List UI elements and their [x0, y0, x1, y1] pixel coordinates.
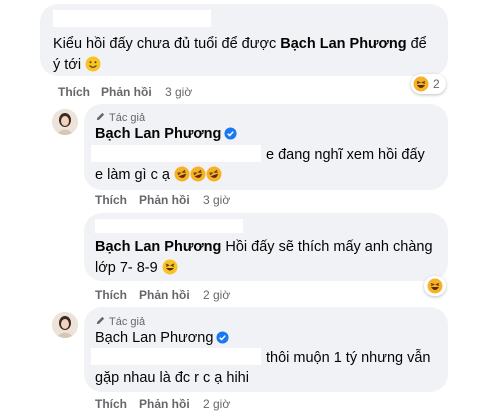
- like-button[interactable]: Thích: [95, 288, 127, 302]
- timestamp[interactable]: 3 giờ: [165, 85, 192, 99]
- author-tag-label: Tác giả: [109, 316, 146, 328]
- redacted-name: [91, 145, 261, 162]
- comment-text-line2: ý tới: [53, 55, 101, 75]
- comment-text: Kiểu hồi đấy chưa đủ tuổi để được Bạch L…: [53, 34, 427, 54]
- timestamp[interactable]: 2 giờ: [203, 397, 230, 411]
- comment-text-part: e làm gì c ạ: [95, 167, 170, 183]
- redacted-name: [53, 10, 211, 27]
- rolling-laughing-icon: [174, 166, 190, 182]
- avatar[interactable]: [52, 312, 78, 338]
- author-tag: Tác giả: [95, 111, 145, 124]
- like-button[interactable]: Thích: [95, 397, 127, 411]
- author-name-text[interactable]: Bạch Lan Phương: [95, 330, 213, 346]
- slightly-smiling-face-icon: [85, 56, 101, 72]
- comment-text-part: ý tới: [53, 57, 82, 73]
- mention-link[interactable]: Bạch Lan Phương: [280, 36, 406, 52]
- comment-text: Bạch Lan Phương Hồi đấy sẽ thích mấy anh…: [95, 237, 433, 257]
- comment-text-part: lớp 7- 8-9: [95, 260, 158, 276]
- verified-badge-icon: [216, 331, 229, 344]
- avatar-image: [52, 109, 78, 135]
- grinning-squinting-face-icon: [162, 259, 178, 275]
- comment-text-part: Hồi đấy sẽ thích mấy anh chàng: [221, 239, 433, 255]
- like-button[interactable]: Thích: [58, 85, 90, 99]
- comment-text-line2: lớp 7- 8-9: [95, 258, 178, 278]
- author-tag: Tác giả: [95, 315, 145, 328]
- reply-button[interactable]: Phản hồi: [139, 288, 190, 302]
- comment-text-part: Kiểu hồi đấy chưa đủ tuổi để được: [53, 36, 281, 52]
- reaction-count: 2: [433, 77, 440, 91]
- reaction-summary-content: [427, 276, 443, 296]
- comment-text-line2: e làm gì c ạ: [95, 165, 222, 185]
- author-name-text[interactable]: Bạch Lan Phương: [95, 126, 221, 142]
- comment-text: thôi muộn 1 tý nhưng vẫn: [266, 350, 431, 366]
- rolling-laughing-icon: [427, 278, 443, 294]
- rolling-laughing-icon: [413, 76, 429, 92]
- like-button[interactable]: Thích: [95, 193, 127, 207]
- verified-badge-icon: [224, 127, 237, 140]
- timestamp[interactable]: 2 giờ: [203, 288, 230, 302]
- mention-link[interactable]: Bạch Lan Phương: [95, 239, 221, 255]
- reply-button[interactable]: Phản hồi: [139, 193, 190, 207]
- comment-text-part: để: [406, 36, 427, 52]
- reply-button[interactable]: Phản hồi: [139, 397, 190, 411]
- reply-button[interactable]: Phản hồi: [101, 85, 152, 99]
- author-name[interactable]: Bạch Lan Phương: [95, 124, 237, 144]
- avatar-image: [52, 312, 78, 338]
- pencil-author-icon: [96, 112, 105, 121]
- pencil-author-icon: [96, 316, 105, 325]
- redacted-name: [91, 348, 261, 365]
- avatar[interactable]: [52, 109, 78, 135]
- comment-text-line2: gặp nhau là đc r c ạ hihi: [95, 370, 249, 386]
- timestamp[interactable]: 3 giờ: [203, 193, 230, 207]
- author-name[interactable]: Bạch Lan Phương: [95, 328, 229, 348]
- author-tag-label: Tác giả: [109, 112, 146, 124]
- rolling-laughing-icon: [206, 166, 222, 182]
- reaction-summary-content: 2: [413, 74, 440, 94]
- comment-text: e đang nghĩ xem hồi đấy: [266, 147, 425, 163]
- rolling-laughing-icon: [190, 166, 206, 182]
- redacted-name: [95, 219, 243, 233]
